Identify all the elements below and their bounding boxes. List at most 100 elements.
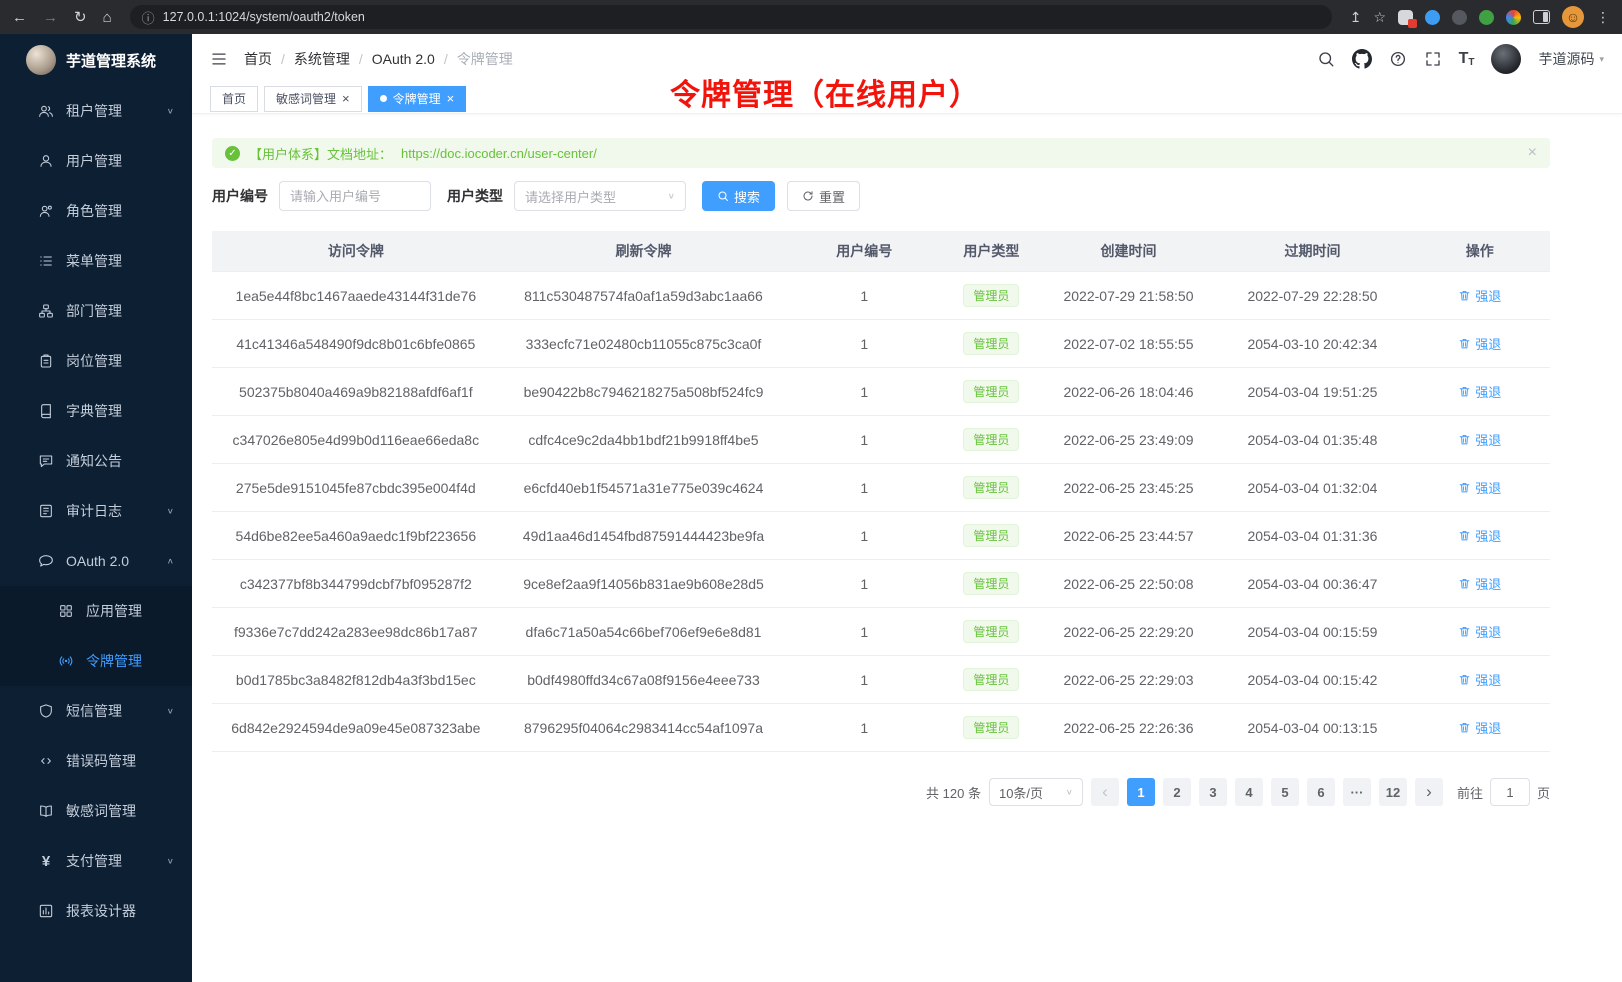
cell-user-type: 管理员 <box>941 704 1041 752</box>
next-page-button[interactable]: › <box>1415 778 1443 806</box>
collapse-sidebar-icon[interactable] <box>210 50 228 68</box>
extension-icon[interactable] <box>1479 10 1494 25</box>
force-logout-button[interactable]: 强退 <box>1458 574 1501 593</box>
user-type-tag: 管理员 <box>963 668 1019 691</box>
sidebar-item-oauth2[interactable]: OAuth 2.0 ∧ <box>0 536 192 586</box>
force-logout-button[interactable]: 强退 <box>1458 430 1501 449</box>
sidebar-item-oauth2-app[interactable]: 应用管理 <box>0 586 192 636</box>
force-logout-button[interactable]: 强退 <box>1458 478 1501 497</box>
doc-link[interactable]: https://doc.iocoder.cn/user-center/ <box>401 146 597 161</box>
extension-badge <box>1408 19 1417 28</box>
cell-user-type: 管理员 <box>941 320 1041 368</box>
cell-refresh-token: 811c530487574fa0af1a59d3abc1aa66 <box>500 272 788 320</box>
sidebar-item-dept[interactable]: 部门管理 <box>0 286 192 336</box>
forward-icon[interactable]: → <box>43 9 58 26</box>
prev-page-button[interactable]: ‹ <box>1091 778 1119 806</box>
site-info-icon[interactable]: ⓘ <box>142 8 155 27</box>
back-icon[interactable]: ← <box>12 9 27 26</box>
user-type-select[interactable]: 请选择用户类型 ∨ <box>514 181 686 211</box>
cell-actions: 强退 <box>1409 656 1550 704</box>
user-avatar[interactable] <box>1491 44 1521 74</box>
close-icon[interactable]: × <box>1528 144 1537 162</box>
home-icon[interactable]: ⌂ <box>103 9 112 26</box>
tab-sensitive-word[interactable]: 敏感词管理 × <box>264 86 362 112</box>
sidebar-item-role[interactable]: 角色管理 <box>0 186 192 236</box>
search-button[interactable]: 搜索 <box>702 181 775 211</box>
chevron-down-icon: ∨ <box>167 707 174 716</box>
sidebar-item-error-code[interactable]: 错误码管理 <box>0 736 192 786</box>
sidebar-item-dict[interactable]: 字典管理 <box>0 386 192 436</box>
sidebar-item-label: 字典管理 <box>66 401 122 421</box>
sidebar-item-user[interactable]: 用户管理 <box>0 136 192 186</box>
goto-label: 前往 <box>1457 783 1483 802</box>
trash-icon <box>1458 625 1471 638</box>
force-logout-button[interactable]: 强退 <box>1458 334 1501 353</box>
breadcrumb-item[interactable]: 首页 <box>244 49 294 69</box>
force-logout-label: 强退 <box>1475 622 1501 641</box>
more-pages-button[interactable]: ··· <box>1343 778 1371 806</box>
cell-refresh-token: b0df4980ffd34c67a08f9156e4eee733 <box>500 656 788 704</box>
cell-access-token: 275e5de9151045fe87cbdc395e004f4d <box>212 464 500 512</box>
force-logout-button[interactable]: 强退 <box>1458 718 1501 737</box>
font-size-icon[interactable]: TT <box>1459 50 1475 68</box>
fullscreen-icon[interactable] <box>1424 50 1442 68</box>
sidebar-item-notice[interactable]: 通知公告 <box>0 436 192 486</box>
app-logo[interactable]: 芋道管理系统 <box>0 34 192 86</box>
sidebar-item-tenant[interactable]: 租户管理 ∨ <box>0 86 192 136</box>
force-logout-button[interactable]: 强退 <box>1458 286 1501 305</box>
breadcrumb-item[interactable]: OAuth 2.0 <box>372 51 457 67</box>
reset-button[interactable]: 重置 <box>787 181 860 211</box>
user-icon <box>38 153 54 169</box>
extension-icon[interactable] <box>1398 10 1413 25</box>
search-button-label: 搜索 <box>734 187 760 206</box>
force-logout-button[interactable]: 强退 <box>1458 670 1501 689</box>
force-logout-button[interactable]: 强退 <box>1458 382 1501 401</box>
page-button[interactable]: 6 <box>1307 778 1335 806</box>
page-size-select[interactable]: 10条/页 ∨ <box>989 778 1083 806</box>
url-bar[interactable]: ⓘ 127.0.0.1:1024/system/oauth2/token <box>130 5 1332 29</box>
side-panel-icon[interactable] <box>1533 10 1550 24</box>
page-button[interactable]: 3 <box>1199 778 1227 806</box>
page-button[interactable]: 5 <box>1271 778 1299 806</box>
tab-home[interactable]: 首页 <box>210 86 258 112</box>
goto-page-input[interactable] <box>1490 778 1530 806</box>
page-button[interactable]: 12 <box>1379 778 1407 806</box>
help-icon[interactable] <box>1389 50 1407 68</box>
close-icon[interactable]: × <box>447 92 455 105</box>
github-icon[interactable] <box>1352 49 1372 69</box>
user-id-input[interactable] <box>279 181 431 211</box>
sidebar-item-label: 岗位管理 <box>66 351 122 371</box>
extension-icon[interactable] <box>1452 10 1467 25</box>
cell-refresh-token: 333ecfc71e02480cb11055c875c3ca0f <box>500 320 788 368</box>
cell-access-token: 54d6be82ee5a460a9aedc1f9bf223656 <box>212 512 500 560</box>
close-icon[interactable]: × <box>342 92 350 105</box>
extension-icon[interactable] <box>1506 10 1521 25</box>
sidebar-item-report-designer[interactable]: 报表设计器 <box>0 886 192 936</box>
sidebar-item-label: 租户管理 <box>66 101 122 121</box>
browser-profile-avatar[interactable]: ☺ <box>1562 6 1584 28</box>
tab-oauth2-token[interactable]: 令牌管理 × <box>368 86 467 112</box>
search-icon[interactable] <box>1317 50 1335 68</box>
sidebar-item-sms[interactable]: 短信管理 ∨ <box>0 686 192 736</box>
sidebar-item-audit-log[interactable]: 审计日志 ∨ <box>0 486 192 536</box>
extension-icon[interactable] <box>1425 10 1440 25</box>
token-table: 访问令牌 刷新令牌 用户编号 用户类型 创建时间 过期时间 操作 <box>212 231 1550 752</box>
force-logout-button[interactable]: 强退 <box>1458 526 1501 545</box>
sidebar-item-oauth2-token[interactable]: 令牌管理 <box>0 636 192 686</box>
force-logout-button[interactable]: 强退 <box>1458 622 1501 641</box>
sidebar-item-sensitive-word[interactable]: 敏感词管理 <box>0 786 192 836</box>
sidebar-item-label: 菜单管理 <box>66 251 122 271</box>
page-button[interactable]: 2 <box>1163 778 1191 806</box>
breadcrumb-item[interactable]: 系统管理 <box>294 49 372 69</box>
page-button[interactable]: 1 <box>1127 778 1155 806</box>
sidebar-item-pay[interactable]: ¥ 支付管理 ∨ <box>0 836 192 886</box>
bookmark-star-icon[interactable]: ☆ <box>1373 9 1386 26</box>
user-menu[interactable]: 芋道源码 ▾ <box>1538 49 1604 69</box>
page-button[interactable]: 4 <box>1235 778 1263 806</box>
sidebar-item-menu[interactable]: 菜单管理 <box>0 236 192 286</box>
share-icon[interactable]: ↥ <box>1350 9 1362 26</box>
browser-menu-icon[interactable]: ⋮ <box>1596 9 1610 26</box>
sidebar-item-post[interactable]: 岗位管理 <box>0 336 192 386</box>
cell-created: 2022-06-25 23:49:09 <box>1042 416 1216 464</box>
reload-icon[interactable]: ↻ <box>74 8 87 26</box>
